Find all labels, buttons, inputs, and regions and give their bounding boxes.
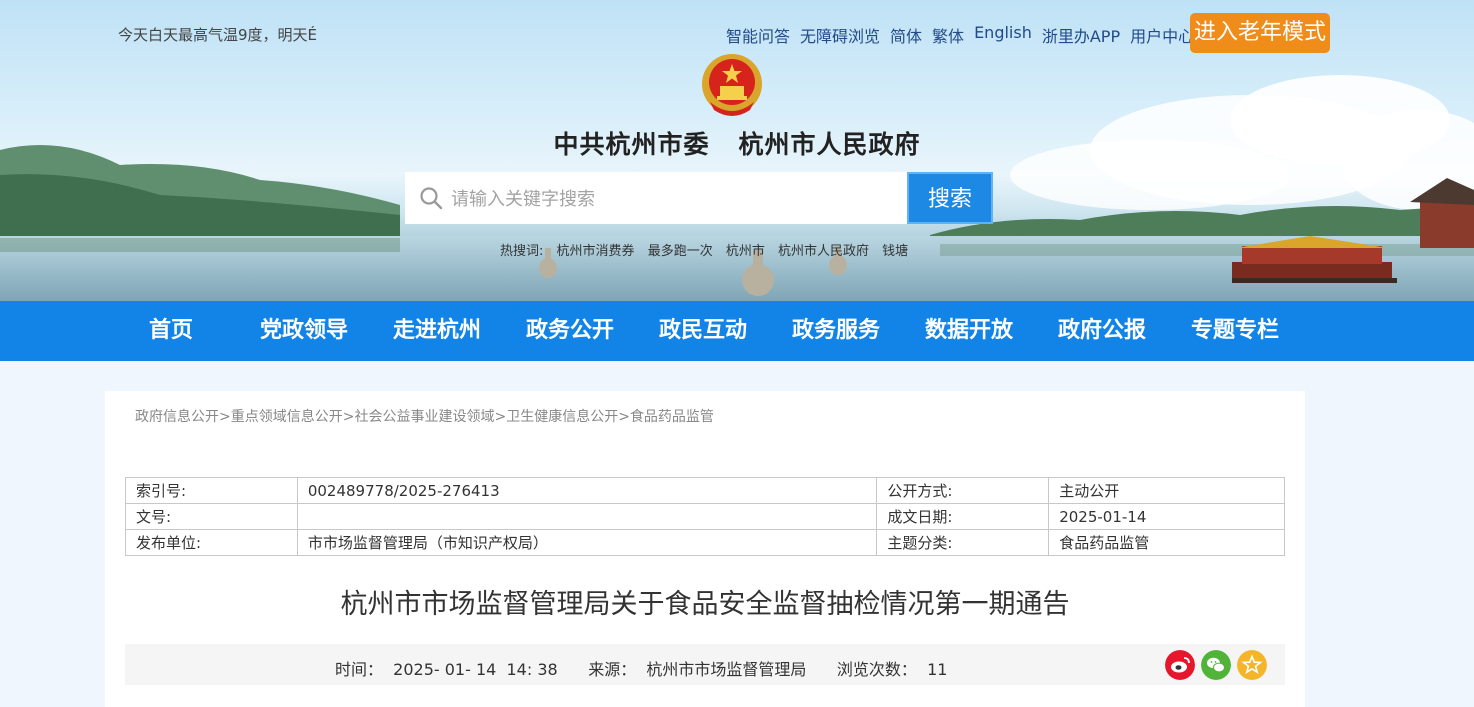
nav-party-leadership[interactable]: 党政领导 (260, 301, 348, 361)
top-link-user-center[interactable]: 用户中心 (1130, 23, 1194, 47)
meta-label: 公开方式: (876, 477, 1050, 504)
nav-services[interactable]: 政务服务 (792, 301, 880, 361)
national-emblem-icon (702, 54, 762, 116)
meta-value-publisher: 市市场监督管理局（市知识产权局） (296, 529, 878, 556)
meta-value-date: 2025-01-14 (1048, 503, 1285, 530)
weather-ticker: 今天白天最高气温9度，明天É (118, 26, 318, 44)
breadcrumb-item[interactable]: 重点领域信息公开 (231, 409, 343, 425)
top-link-traditional[interactable]: 繁体 (932, 23, 964, 47)
table-row: 发布单位: 市市场监督管理局（市知识产权局） 主题分类: 食品药品监管 (125, 529, 1285, 556)
meta-label: 主题分类: (876, 529, 1050, 556)
breadcrumb-item[interactable]: 食品药品监管 (630, 409, 714, 425)
nav-special-topics[interactable]: 专题专栏 (1191, 301, 1279, 361)
nav-home[interactable]: 首页 (149, 301, 193, 361)
meta-label: 索引号: (125, 477, 298, 504)
article-panel: 政府信息公开>重点领域信息公开>社会公益事业建设领域>卫生健康信息公开>食品药品… (105, 391, 1305, 707)
nav-government-affairs[interactable]: 政务公开 (526, 301, 614, 361)
meta-value-index: 002489778/2025-276413 (296, 477, 878, 504)
article-title: 杭州市市场监督管理局关于食品安全监督抽检情况第一期通告 (340, 589, 1070, 620)
meta-label: 文号: (125, 503, 298, 530)
meta-value-open-method: 主动公开 (1048, 477, 1285, 504)
search-input[interactable] (449, 184, 893, 214)
breadcrumb-item[interactable]: 政府信息公开 (135, 409, 219, 425)
document-meta-table: 索引号: 002489778/2025-276413 公开方式: 主动公开 文号… (125, 477, 1285, 556)
site-title: 中共杭州市委 杭州市人民政府 (553, 130, 921, 159)
top-link-english[interactable]: English (974, 23, 1032, 47)
nav-interaction[interactable]: 政民互动 (659, 301, 747, 361)
hotwords-label: 热搜词: (500, 244, 544, 259)
top-link-app[interactable]: 浙里办APP (1042, 23, 1120, 47)
table-row: 文号: 成文日期: 2025-01-14 (125, 503, 1285, 530)
search-box (405, 172, 907, 224)
header-banner: 今天白天最高气温9度，明天É 智能问答 无障碍浏览 简体 繁体 English … (0, 0, 1474, 301)
main-nav: 首页 党政领导 走进杭州 政务公开 政民互动 政务服务 数据开放 政府公报 专题… (0, 301, 1474, 361)
table-row: 索引号: 002489778/2025-276413 公开方式: 主动公开 (125, 477, 1285, 504)
hot-search-words: 热搜词: 杭州市消费券 最多跑一次 杭州市 杭州市人民政府 钱塘 (500, 240, 917, 259)
nav-gazette[interactable]: 政府公报 (1058, 301, 1146, 361)
hotword-link[interactable]: 钱塘 (882, 244, 908, 259)
article-info-bar: 时间： 2025- 01- 14 14: 38 来源： 杭州市市场监督管理局 浏… (125, 644, 1285, 685)
breadcrumb-item[interactable]: 社会公益事业建设领域 (354, 409, 494, 425)
wechat-icon[interactable] (1201, 650, 1231, 680)
meta-label: 成文日期: (876, 503, 1050, 530)
favorite-icon[interactable] (1237, 650, 1267, 680)
nav-about-hangzhou[interactable]: 走进杭州 (393, 301, 481, 361)
top-links: 智能问答 无障碍浏览 简体 繁体 English 浙里办APP 用户中心 (726, 23, 1204, 47)
search-icon (420, 187, 443, 210)
elder-mode-button[interactable]: 进入老年模式 (1190, 13, 1330, 53)
hotword-link[interactable]: 杭州市消费券 (557, 244, 635, 259)
top-link-accessibility[interactable]: 无障碍浏览 (800, 23, 880, 47)
top-link-smart-qa[interactable]: 智能问答 (726, 23, 790, 47)
article-info: 时间： 2025- 01- 14 14: 38 来源： 杭州市市场监督管理局 浏… (335, 660, 948, 679)
hotword-link[interactable]: 最多跑一次 (648, 244, 713, 259)
breadcrumb-item[interactable]: 卫生健康信息公开 (506, 409, 618, 425)
hotword-link[interactable]: 杭州市 (726, 244, 765, 259)
nav-open-data[interactable]: 数据开放 (925, 301, 1013, 361)
meta-value-docno (296, 503, 878, 530)
meta-label: 发布单位: (125, 529, 298, 556)
hotword-link[interactable]: 杭州市人民政府 (778, 244, 869, 259)
search-button[interactable]: 搜索 (907, 172, 993, 224)
top-link-simplified[interactable]: 简体 (890, 23, 922, 47)
breadcrumb: 政府信息公开>重点领域信息公开>社会公益事业建设领域>卫生健康信息公开>食品药品… (135, 409, 714, 425)
meta-value-topic: 食品药品监管 (1048, 529, 1285, 556)
weibo-icon[interactable] (1165, 650, 1195, 680)
